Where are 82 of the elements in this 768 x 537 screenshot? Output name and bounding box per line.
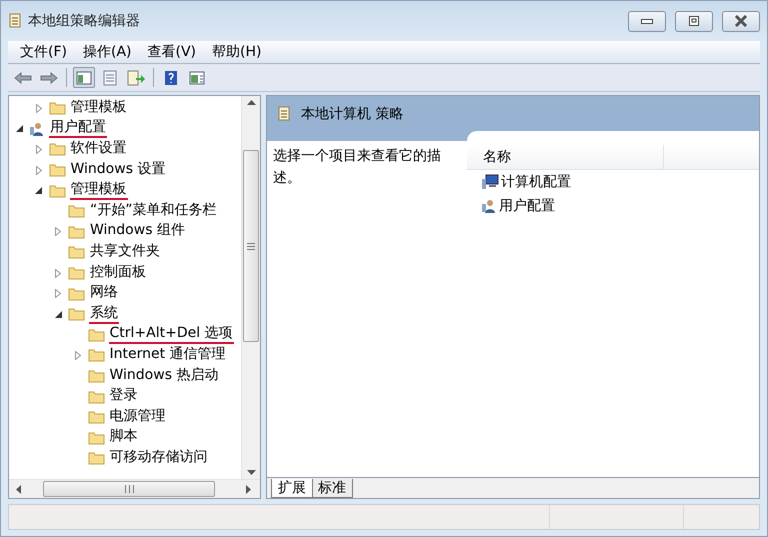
maximize-icon [689, 16, 699, 26]
expanded-triangle-icon[interactable] [16, 125, 22, 132]
tree-pane-icon [76, 70, 92, 84]
tree-item[interactable]: 登录 [108, 387, 138, 406]
properties-icon [103, 70, 117, 86]
maximize-button[interactable] [675, 10, 713, 32]
close-icon [734, 15, 748, 27]
folder-icon [88, 348, 104, 362]
scrollbar-thumb[interactable] [243, 150, 259, 342]
collapsed-triangle-icon[interactable] [36, 144, 42, 154]
folder-icon [88, 328, 104, 342]
folder-icon [48, 101, 66, 116]
tab[interactable]: 扩展 [271, 479, 313, 498]
tree-item[interactable]: 电源管理 [108, 408, 166, 427]
tree-item[interactable]: 控制面板 [89, 264, 147, 283]
window-title: 本地组策略编辑器 [28, 12, 141, 30]
tree-item[interactable]: 脚本 [108, 428, 138, 448]
menu-item[interactable]: 操作(A) [74, 43, 140, 61]
tree-item[interactable]: 管理模板 [70, 98, 128, 118]
list-item[interactable]: 用户配置 [467, 194, 759, 218]
tree-item[interactable]: 网络 [89, 284, 119, 304]
pane-title: 本地计算机 策略 [301, 104, 404, 122]
menu-item[interactable]: 帮助(H) [204, 43, 270, 61]
folder-icon [48, 163, 66, 178]
expanded-triangle-icon[interactable] [35, 187, 42, 194]
folder-icon [88, 451, 104, 466]
user-icon [481, 198, 497, 214]
folder-icon [88, 369, 104, 384]
folder-icon [68, 204, 85, 218]
tree-item[interactable]: Windows 组件 [89, 222, 186, 242]
folder-icon [68, 245, 85, 260]
tree-item[interactable]: Windows 设置 [70, 160, 166, 180]
menu-item[interactable]: 查看(V) [140, 43, 204, 61]
tree-item[interactable]: Windows 热启动 [108, 366, 220, 386]
folder-icon [68, 307, 85, 322]
scrollbar-thumb[interactable] [43, 481, 215, 497]
folder-icon [48, 184, 66, 198]
help-icon [164, 70, 178, 86]
computer-icon [481, 174, 499, 190]
horizontal-scrollbar[interactable] [9, 479, 260, 498]
export-list-icon [127, 70, 145, 86]
tab[interactable]: 标准 [311, 479, 353, 498]
collapsed-triangle-icon[interactable] [74, 350, 80, 360]
document-icon [8, 13, 22, 29]
tree-item[interactable]: 可移动存储访问 [108, 448, 208, 468]
folder-icon [68, 286, 85, 301]
grip-icon [124, 485, 134, 493]
folder-icon [68, 266, 85, 280]
tree-item[interactable]: 管理模板 [70, 181, 128, 200]
forward-arrow-icon [40, 72, 58, 84]
collapsed-triangle-icon[interactable] [55, 289, 61, 298]
tree-item[interactable]: 软件设置 [70, 140, 128, 159]
grip-icon [247, 242, 255, 250]
vertical-scrollbar[interactable] [241, 96, 260, 479]
close-button[interactable] [722, 10, 760, 32]
folder-icon [88, 430, 104, 445]
item-label: 用户配置 [499, 197, 555, 215]
tree-item[interactable]: “开始”菜单和任务栏 [89, 202, 218, 221]
tree-item[interactable]: Ctrl+Alt+Del 选项 [108, 325, 234, 344]
collapsed-triangle-icon[interactable] [36, 166, 42, 175]
document-icon [277, 106, 291, 122]
folder-icon [68, 224, 85, 239]
user-icon [29, 120, 45, 137]
minimize-icon [641, 18, 653, 24]
menu-item[interactable]: 文件(F) [12, 43, 75, 61]
action-pane-icon [189, 70, 205, 84]
folder-icon [88, 410, 104, 424]
tree-item[interactable]: 用户配置 [49, 119, 107, 138]
folder-icon [48, 142, 66, 156]
collapsed-triangle-icon[interactable] [55, 227, 61, 236]
folder-icon [88, 390, 104, 404]
minimize-button[interactable] [628, 10, 666, 32]
item-label: 计算机配置 [501, 173, 571, 191]
tree-item[interactable]: 共享文件夹 [89, 242, 161, 262]
back-arrow-icon [14, 72, 32, 84]
tree-item[interactable]: 系统 [89, 304, 119, 324]
collapsed-triangle-icon[interactable] [55, 268, 61, 278]
toolbar-button[interactable] [73, 67, 95, 88]
tree-item[interactable]: Internet 通信管理 [108, 346, 227, 365]
collapsed-triangle-icon[interactable] [36, 104, 42, 113]
list-item[interactable]: 计算机配置 [467, 170, 759, 194]
expanded-triangle-icon[interactable] [54, 310, 62, 318]
